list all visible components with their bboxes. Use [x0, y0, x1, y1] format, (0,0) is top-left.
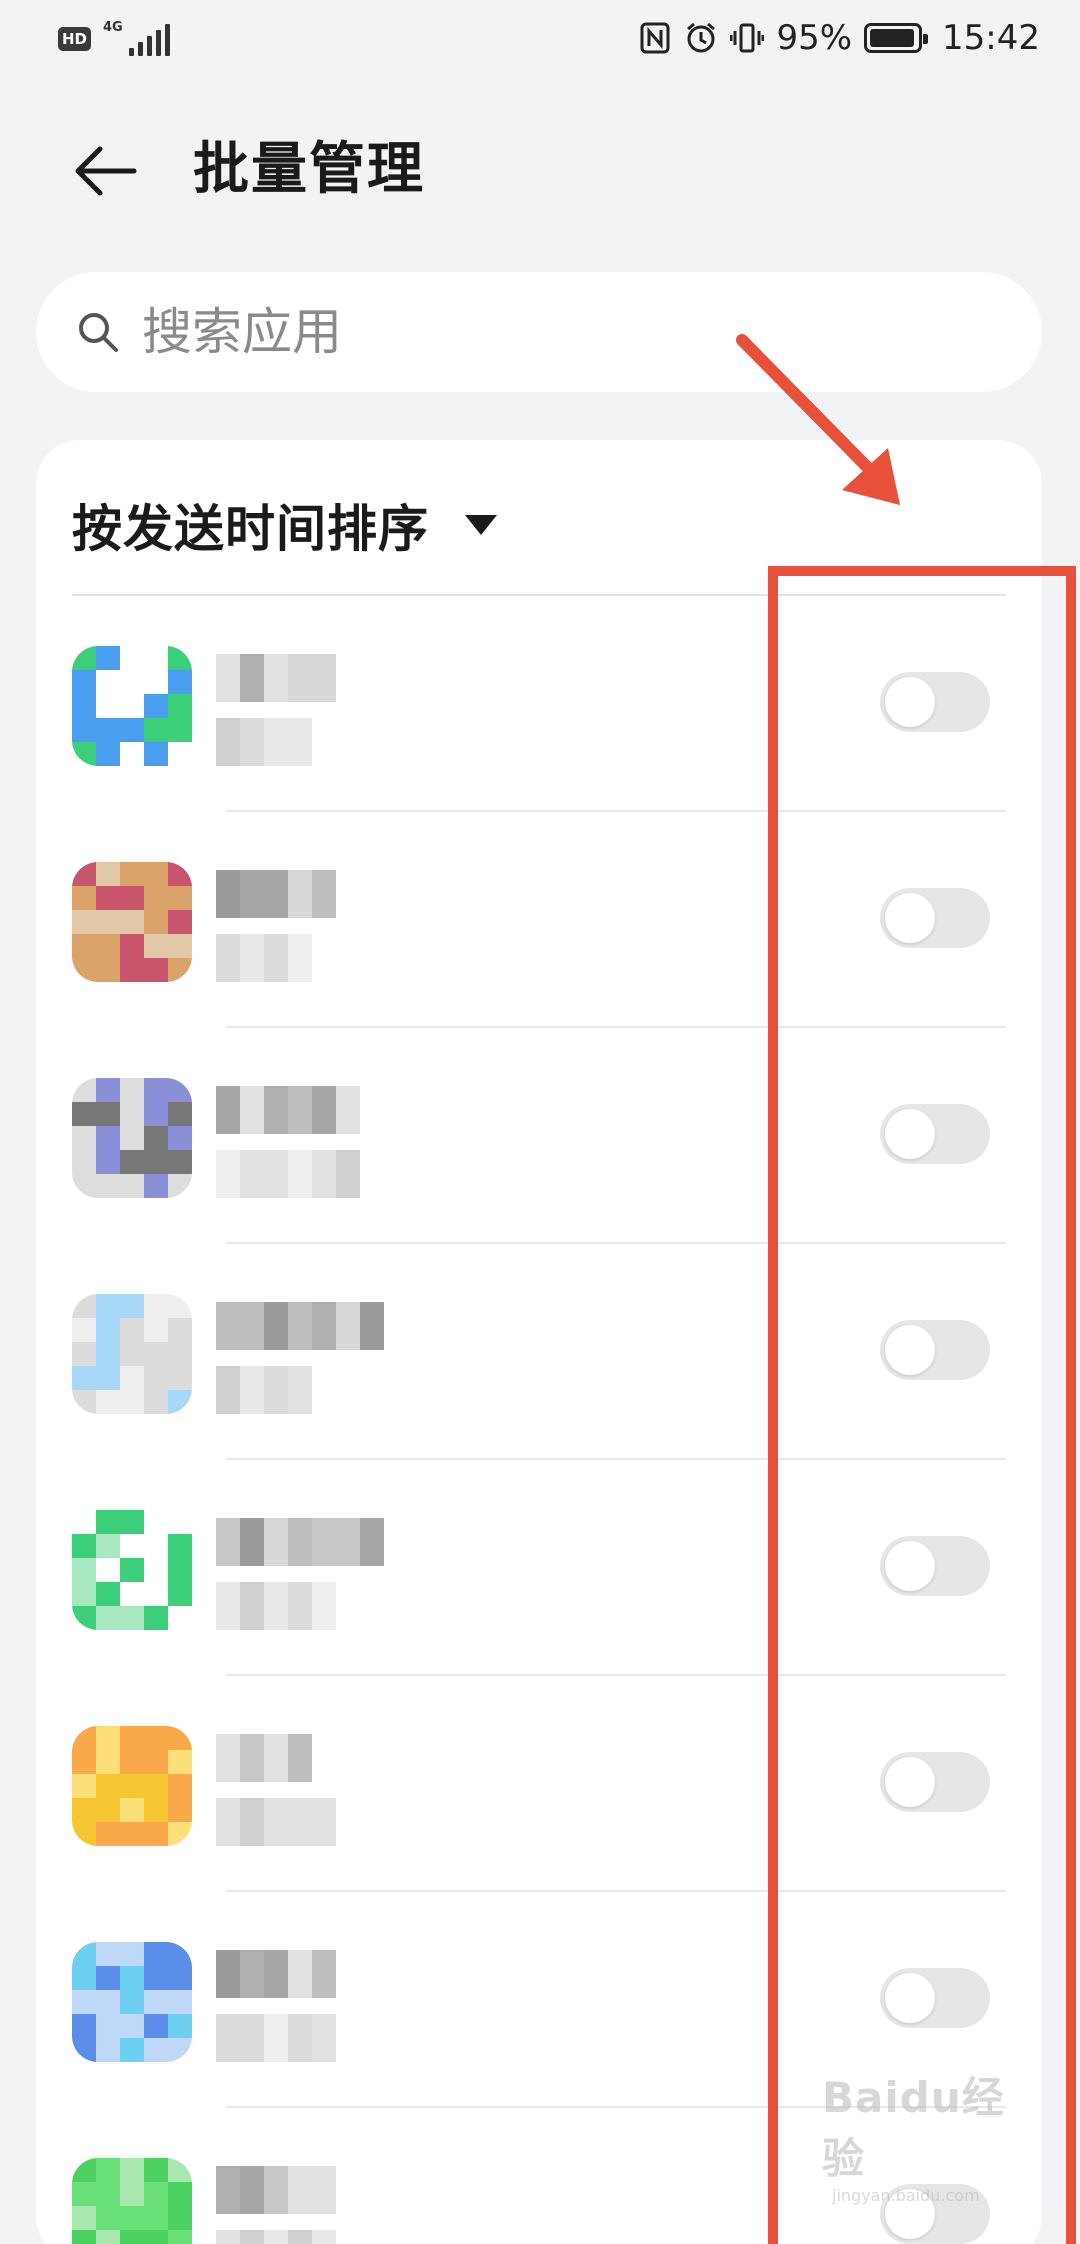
- app-icon: [72, 1510, 192, 1630]
- app-icon: [72, 1078, 192, 1198]
- status-right: 95% 15:42: [638, 18, 1040, 58]
- app-icon: [72, 1294, 192, 1414]
- battery-icon: [864, 23, 929, 53]
- status-left: HD 4G: [58, 20, 171, 56]
- watermark-sub: jingyan.baidu.com: [832, 2186, 980, 2205]
- app-name-blurred: [216, 1950, 336, 1998]
- sort-selector[interactable]: 按发送时间排序: [72, 490, 497, 560]
- app-subtitle-blurred: [216, 2014, 336, 2062]
- alarm-icon: [684, 21, 718, 55]
- page-title: 批量管理: [193, 137, 425, 202]
- sort-label: 按发送时间排序: [72, 500, 429, 558]
- app-name-blurred: [216, 1734, 312, 1782]
- app-subtitle-blurred: [216, 1582, 336, 1630]
- annotation-arrow-icon: [736, 334, 900, 505]
- app-icon: [72, 862, 192, 982]
- network-type: 4G: [103, 20, 123, 35]
- app-subtitle-blurred: [216, 1798, 336, 1846]
- app-subtitle-blurred: [216, 934, 312, 982]
- nfc-icon: [638, 21, 672, 55]
- app-subtitle-blurred: [216, 2230, 336, 2244]
- search-icon: [79, 313, 118, 352]
- app-name-blurred: [216, 870, 336, 918]
- app-subtitle-blurred: [216, 718, 312, 766]
- app-icon: [72, 1942, 192, 2062]
- watermark-text: Baidu经验: [822, 2073, 1005, 2183]
- back-arrow-icon: [75, 146, 137, 196]
- app-name-blurred: [216, 1086, 360, 1134]
- vibrate-icon: [730, 21, 765, 55]
- app-subtitle-blurred: [216, 1150, 360, 1198]
- app-name-blurred: [216, 1518, 384, 1566]
- app-icon: [72, 646, 192, 766]
- header: 批量管理: [0, 120, 1080, 220]
- app-subtitle-blurred: [216, 1366, 312, 1414]
- clock: 15:42: [942, 18, 1040, 58]
- app-name-blurred: [216, 1302, 384, 1350]
- app-icon: [72, 2158, 192, 2244]
- signal-icon: 4G: [103, 20, 171, 56]
- app-name-blurred: [216, 2166, 336, 2214]
- app-name-blurred: [216, 654, 336, 702]
- caret-down-icon: [465, 515, 497, 535]
- hd-badge: HD: [58, 27, 92, 51]
- back-button[interactable]: [70, 136, 140, 206]
- watermark: Baidu经验 jingyan.baidu.com: [822, 2064, 1022, 2205]
- app-icon: [72, 1726, 192, 1846]
- status-bar: HD 4G 95% 15:42: [0, 0, 1080, 82]
- screen: HD 4G 95% 15:42 批量管理 搜索应用 按发送时间排序 Baidu经…: [0, 0, 1080, 2244]
- annotation-highlight-box: [768, 566, 1076, 2244]
- battery-percent: 95%: [776, 18, 853, 58]
